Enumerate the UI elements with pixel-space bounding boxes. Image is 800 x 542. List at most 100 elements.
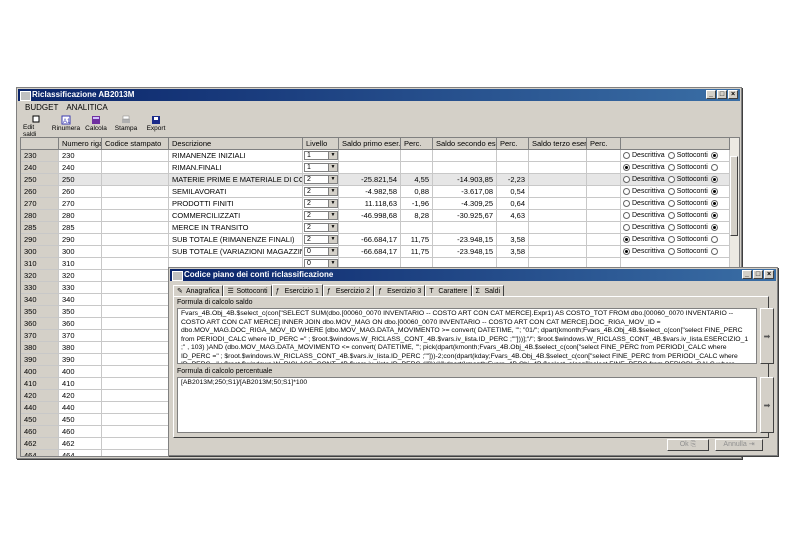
table-cell[interactable] [401,150,433,162]
third-option-radio[interactable] [710,211,718,219]
row-header[interactable]: 320 [21,270,59,282]
table-cell[interactable] [529,162,587,174]
row-header[interactable]: 410 [21,378,59,390]
table-cell[interactable]: COMMERCILIZZATI [169,210,303,222]
table-cell[interactable] [102,390,169,402]
table-cell[interactable] [102,438,169,450]
row-header[interactable]: 450 [21,414,59,426]
table-cell[interactable] [587,222,621,234]
sottoconti-radio[interactable] [667,247,675,255]
table-cell[interactable]: 0,88 [401,186,433,198]
table-cell[interactable] [102,198,169,210]
table-cell[interactable]: 360 [59,318,102,330]
table-cell[interactable]: -3.617,08 [433,186,497,198]
row-header[interactable]: 290 [21,234,59,246]
table-cell[interactable] [102,414,169,426]
table-cell[interactable]: 270 [59,198,102,210]
table-cell[interactable] [102,402,169,414]
table-cell[interactable]: 260 [59,186,102,198]
table-cell[interactable]: -25.821,54 [339,174,401,186]
row-header[interactable]: 400 [21,366,59,378]
sottoconti-radio[interactable] [667,187,675,195]
table-cell[interactable]: RIMANENZE INIZIALI [169,150,303,162]
table-cell[interactable] [102,258,169,270]
table-cell[interactable] [102,210,169,222]
table-cell[interactable]: -4.982,58 [339,186,401,198]
table-cell[interactable]: -14.903,85 [433,174,497,186]
table-cell[interactable]: MERCE IN TRANSITO [169,222,303,234]
table-cell[interactable]: Descrittiva Sottoconti [621,198,730,210]
table-cell[interactable]: -1,96 [401,198,433,210]
level-select[interactable]: 2 ▼ [304,175,338,184]
table-cell[interactable]: 440 [59,402,102,414]
table-cell[interactable] [587,186,621,198]
descrittiva-radio[interactable] [623,175,630,183]
third-option-radio[interactable] [710,151,718,159]
table-cell[interactable]: -2,23 [497,174,529,186]
table-cell[interactable] [587,150,621,162]
row-header[interactable]: 390 [21,354,59,366]
maximize-button[interactable]: □ [717,90,727,99]
table-cell[interactable] [529,210,587,222]
descrittiva-radio[interactable] [623,235,630,243]
column-header[interactable]: Numero riga [59,138,102,150]
close-button[interactable]: × [728,90,738,99]
level-select[interactable]: 1 ▼ [304,163,338,172]
column-header[interactable] [621,138,730,150]
table-cell[interactable] [339,150,401,162]
sottoconti-radio[interactable] [667,235,675,243]
table-cell[interactable] [497,150,529,162]
third-option-radio[interactable] [710,235,718,243]
table-cell[interactable] [102,222,169,234]
level-select[interactable]: 2 ▼ [304,199,338,208]
table-cell[interactable]: 400 [59,366,102,378]
row-header[interactable]: 260 [21,186,59,198]
table-cell[interactable] [339,162,401,174]
table-cell[interactable] [529,234,587,246]
table-cell[interactable]: -66.684,17 [339,246,401,258]
row-header[interactable]: 300 [21,246,59,258]
descrittiva-radio[interactable] [623,163,630,171]
row-type-radio-group[interactable]: Descrittiva Sottoconti [623,246,720,257]
table-cell[interactable] [497,222,529,234]
table-cell[interactable]: SEMILAVORATI [169,186,303,198]
table-cell[interactable] [529,174,587,186]
column-header[interactable]: Saldo terzo eser. [529,138,587,150]
third-option-radio[interactable] [710,175,718,183]
table-cell[interactable] [529,186,587,198]
table-cell[interactable] [587,162,621,174]
column-header[interactable]: Perc. [401,138,433,150]
table-cell[interactable]: 11,75 [401,234,433,246]
table-cell[interactable]: 280 [59,210,102,222]
row-header[interactable]: 270 [21,198,59,210]
column-header[interactable] [21,138,59,150]
table-cell[interactable]: 320 [59,270,102,282]
table-cell[interactable]: 0 ▼ [303,246,339,258]
formula-perc-arrow-button[interactable]: ➡ [760,377,774,433]
export-button[interactable]: Export [143,114,169,136]
table-cell[interactable]: 230 [59,150,102,162]
row-header[interactable]: 370 [21,330,59,342]
dialog-close-button[interactable]: × [764,270,774,279]
row-header[interactable]: 462 [21,438,59,450]
row-header[interactable]: 240 [21,162,59,174]
table-cell[interactable]: 11.118,63 [339,198,401,210]
level-select[interactable]: 2 ▼ [304,211,338,220]
column-header[interactable]: Descrizione [169,138,303,150]
table-cell[interactable]: Descrittiva Sottoconti [621,150,730,162]
table-cell[interactable]: 1 ▼ [303,150,339,162]
table-cell[interactable]: -4.309,25 [433,198,497,210]
sottoconti-radio[interactable] [667,211,675,219]
table-cell[interactable]: SUB TOTALE (RIMANENZE FINALI) [169,234,303,246]
table-cell[interactable]: 3,58 [497,234,529,246]
table-cell[interactable] [102,174,169,186]
third-option-radio[interactable] [710,163,718,171]
row-type-radio-group[interactable]: Descrittiva Sottoconti [623,234,720,245]
table-cell[interactable] [587,210,621,222]
ok-button[interactable]: Ok ⎘ [667,439,709,451]
row-header[interactable]: 285 [21,222,59,234]
table-cell[interactable]: Descrittiva Sottoconti [621,234,730,246]
table-cell[interactable]: 4,63 [497,210,529,222]
table-cell[interactable]: 420 [59,390,102,402]
row-header[interactable]: 340 [21,294,59,306]
